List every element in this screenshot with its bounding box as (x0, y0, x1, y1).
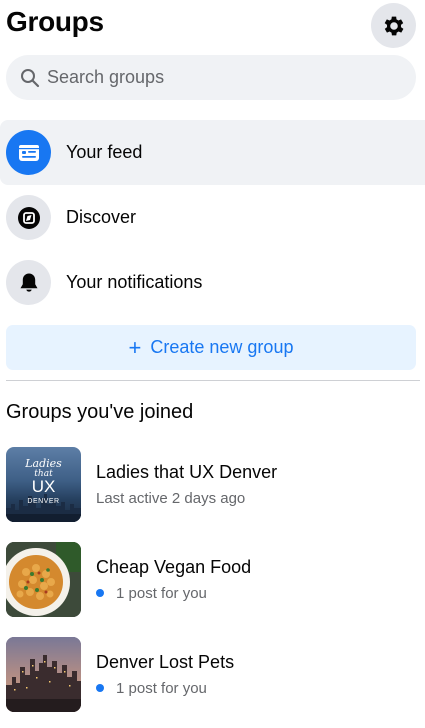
bell-icon (20, 273, 37, 292)
nav-item-your-notifications[interactable]: Your notifications (0, 250, 425, 315)
feed-icon (18, 144, 39, 161)
nav-label: Your feed (66, 142, 143, 162)
unread-dot (96, 589, 104, 597)
group-thumbnail (6, 636, 81, 712)
page-title: Groups (6, 6, 104, 37)
unread-dot (96, 684, 104, 692)
nav-item-discover[interactable]: Discover (0, 185, 425, 250)
group-subtitle: 1 post for you (96, 585, 251, 602)
group-item-denver-lost-pets[interactable]: Denver Lost Pets 1 post for you (0, 636, 425, 712)
search-input[interactable] (47, 67, 387, 88)
group-name: Cheap Vegan Food (96, 556, 252, 577)
group-thumbnail (6, 541, 81, 617)
create-new-group-button[interactable]: + Create new group (6, 325, 416, 370)
group-name: Denver Lost Pets (96, 651, 235, 672)
group-name: Ladies that UX Denver (96, 461, 278, 482)
group-subtitle: Last active 2 days ago (96, 489, 246, 507)
header: Groups (0, 0, 425, 50)
nav-label: Your notifications (66, 272, 203, 292)
feed-icon-circle (6, 130, 51, 175)
section-title: Groups you've joined (6, 401, 194, 423)
city-skyline-graphic (6, 636, 81, 712)
group-item-ladies-that-ux-denver[interactable]: Ladies that UX DENVER Ladies that UX Den… (0, 446, 425, 522)
search-icon (21, 68, 40, 87)
search-bar[interactable] (6, 55, 416, 100)
gear-icon (384, 16, 403, 35)
nav-label: Discover (66, 207, 137, 227)
food-bowl-graphic (6, 541, 81, 617)
divider (6, 380, 420, 381)
bell-icon-circle (6, 260, 51, 305)
compass-icon (17, 206, 40, 229)
group-subtitle: 1 post for you (96, 680, 234, 697)
thumbnail-lettering: Ladies that UX DENVER (25, 456, 62, 505)
group-item-cheap-vegan-food[interactable]: Cheap Vegan Food 1 post for you (0, 541, 425, 617)
create-new-group-label: Create new group (150, 337, 294, 357)
nav-item-your-feed[interactable]: Your feed (0, 120, 425, 185)
compass-icon-circle (6, 195, 51, 240)
plus-icon: + (128, 334, 142, 360)
settings-button[interactable] (371, 3, 416, 48)
group-thumbnail: Ladies that UX DENVER (6, 446, 81, 522)
